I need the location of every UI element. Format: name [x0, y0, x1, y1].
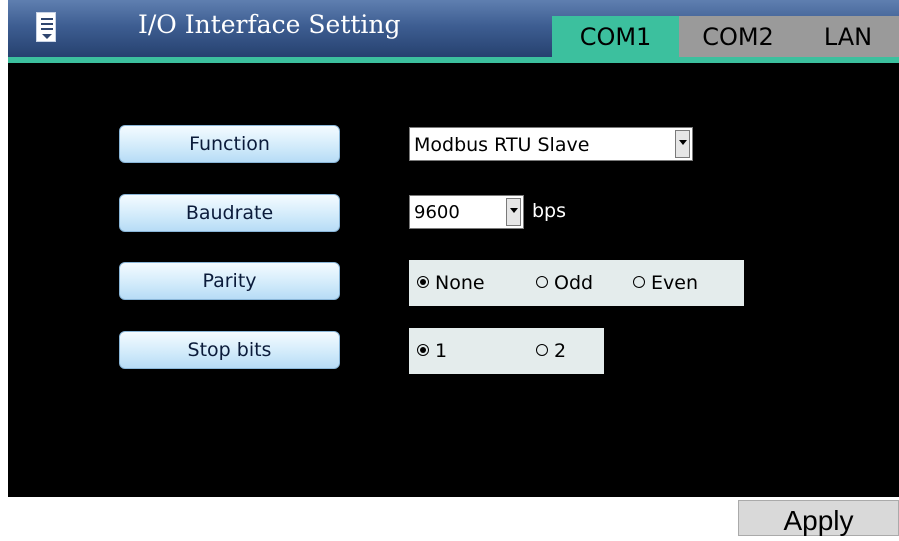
radio-checked-icon — [417, 343, 429, 356]
radio-unchecked-icon — [633, 275, 645, 288]
stop-bits-option-1[interactable]: 1 — [417, 328, 447, 374]
baudrate-unit: bps — [532, 200, 567, 222]
parity-option-even[interactable]: Even — [633, 260, 698, 306]
baudrate-select[interactable]: 9600 — [409, 195, 524, 229]
header-bar: I/O Interface Setting COM1 COM2 LAN — [8, 0, 899, 57]
chevron-down-icon[interactable] — [675, 130, 690, 158]
tab-lan[interactable]: LAN — [797, 16, 899, 57]
function-select-value: Modbus RTU Slave — [414, 134, 590, 156]
radio-checked-icon — [417, 275, 429, 288]
stop-bits-option-2[interactable]: 2 — [536, 328, 566, 374]
parity-option-odd-label: Odd — [554, 272, 594, 294]
radio-unchecked-icon — [536, 275, 548, 288]
tab-com1[interactable]: COM1 — [552, 16, 679, 57]
header-accent-line — [8, 57, 899, 63]
parity-option-odd[interactable]: Odd — [536, 260, 593, 306]
baudrate-label: Baudrate — [119, 194, 340, 232]
baudrate-select-value: 9600 — [414, 202, 460, 223]
stop-bits-option-1-label: 1 — [435, 340, 448, 362]
tab-com2[interactable]: COM2 — [679, 16, 797, 57]
parity-radio-group: None Odd Even — [409, 260, 744, 306]
stop-bits-radio-group: 1 2 — [409, 328, 604, 374]
apply-button[interactable]: Apply — [738, 500, 899, 536]
parity-option-none-label: None — [435, 272, 485, 294]
parity-option-even-label: Even — [651, 272, 698, 294]
function-select[interactable]: Modbus RTU Slave — [409, 127, 693, 161]
stop-bits-option-2-label: 2 — [554, 340, 567, 362]
parity-label: Parity — [119, 262, 340, 300]
stop-bits-label: Stop bits — [119, 331, 340, 369]
settings-screen: I/O Interface Setting COM1 COM2 LAN Func… — [8, 0, 899, 497]
parity-option-none[interactable]: None — [417, 260, 485, 306]
function-label: Function — [119, 125, 340, 163]
radio-unchecked-icon — [536, 343, 548, 356]
menu-icon[interactable] — [36, 12, 56, 42]
chevron-down-icon[interactable] — [506, 198, 521, 226]
page-title: I/O Interface Setting — [138, 10, 401, 39]
